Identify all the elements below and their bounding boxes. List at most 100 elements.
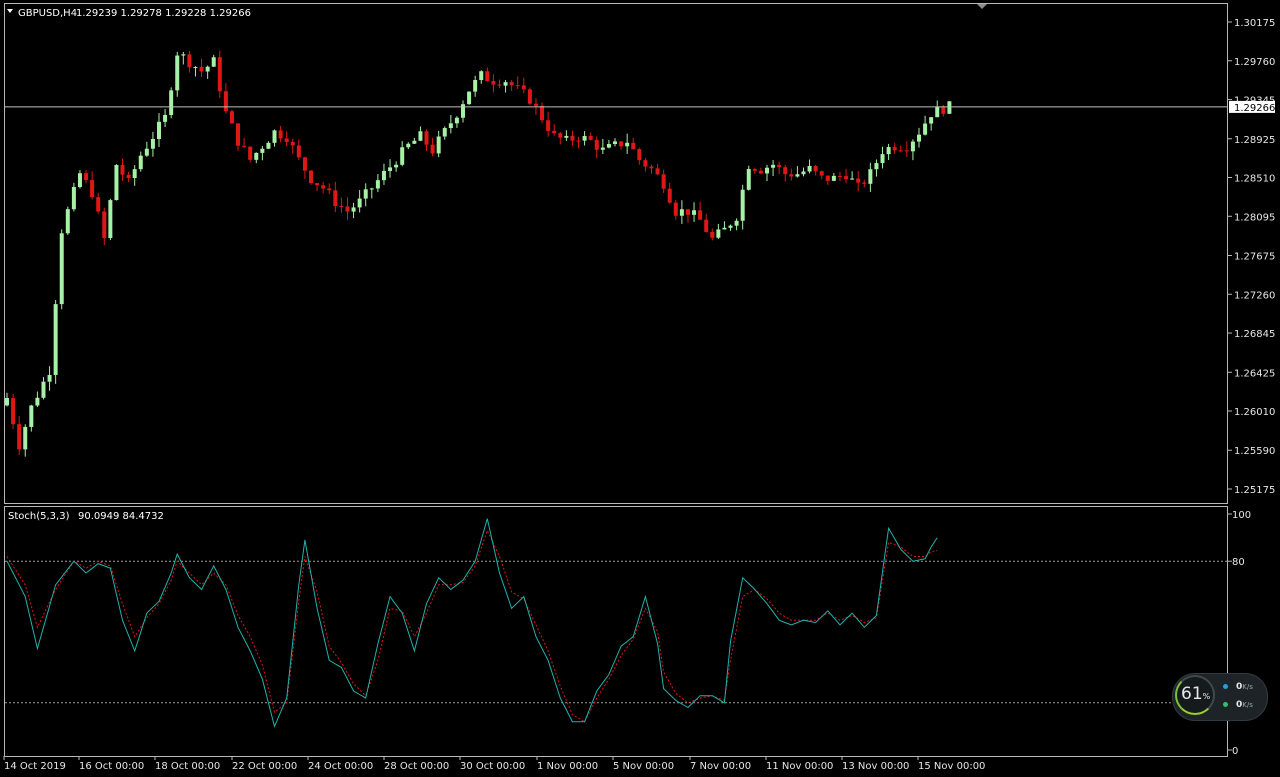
- candle-body: [479, 71, 484, 81]
- candle-body: [625, 142, 630, 147]
- candle-body: [254, 152, 259, 160]
- download-dot-icon: [1223, 702, 1228, 707]
- price-panel[interactable]: [4, 3, 1228, 504]
- candle-body: [935, 106, 940, 118]
- candle-body: [728, 225, 733, 228]
- candle-body: [217, 57, 222, 92]
- candle-body: [35, 397, 40, 406]
- candle-body: [90, 180, 95, 198]
- candle-body: [175, 55, 180, 91]
- candle-body: [874, 163, 879, 170]
- time-tick-label: 24 Oct 00:00: [308, 761, 373, 772]
- candle-body: [521, 85, 526, 90]
- shift-marker-icon[interactable]: [977, 4, 987, 9]
- time-tick-label: 22 Oct 00:00: [232, 761, 297, 772]
- candle-body: [558, 133, 563, 138]
- candle-body: [740, 189, 745, 221]
- candle-body: [96, 197, 101, 212]
- candle-body: [576, 140, 581, 142]
- candle-body: [819, 171, 824, 176]
- time-tick-label: 13 Nov 00:00: [842, 761, 909, 772]
- network-speed-widget[interactable]: 61% 0K/s 0K/s: [1172, 673, 1268, 721]
- candle-body: [108, 200, 113, 239]
- time-tick-label: 28 Oct 00:00: [384, 761, 449, 772]
- candle-body: [5, 398, 9, 406]
- candle-body: [260, 148, 265, 153]
- chevron-down-icon[interactable]: [7, 9, 13, 13]
- candle-body: [758, 170, 763, 174]
- candle-body: [454, 117, 459, 124]
- candle-body: [515, 85, 520, 87]
- candle-body: [734, 220, 739, 226]
- candle-body: [59, 233, 64, 305]
- candle-body: [394, 164, 399, 168]
- price-tick-label: 1.29760: [1234, 57, 1275, 68]
- candle-body: [418, 131, 423, 141]
- candle-body: [825, 175, 830, 181]
- candle-body: [120, 164, 125, 175]
- candle-body: [363, 189, 368, 199]
- candle-body: [29, 405, 34, 427]
- candle-body: [588, 136, 593, 140]
- candle-body: [673, 202, 678, 216]
- candle-body: [77, 173, 82, 188]
- candle-body: [831, 175, 836, 181]
- candle-body: [929, 117, 934, 124]
- candle-body: [114, 164, 119, 201]
- stochastic-panel[interactable]: [4, 506, 1228, 757]
- current-price-label: 1.29266: [1234, 103, 1275, 114]
- candle-body: [193, 67, 198, 69]
- indicator-name: Stoch(5,3,3): [8, 511, 70, 522]
- candle-body: [126, 174, 131, 179]
- upload-dot-icon: [1223, 684, 1228, 689]
- candle-body: [187, 54, 192, 68]
- candle-body: [272, 130, 277, 143]
- candle-body: [643, 160, 648, 167]
- candle-body: [278, 130, 283, 139]
- candle-body: [716, 229, 721, 238]
- time-tick-label: 16 Oct 00:00: [79, 761, 144, 772]
- candle-body: [467, 91, 472, 105]
- candle-body: [53, 304, 58, 375]
- candle-body: [947, 101, 952, 114]
- candle-body: [582, 136, 587, 141]
- candle-body: [533, 103, 538, 106]
- candle-body: [789, 174, 794, 177]
- candle-body: [236, 123, 241, 146]
- candle-body: [339, 206, 344, 208]
- percent-readout: 61%: [1181, 684, 1211, 704]
- candle-body: [369, 188, 374, 190]
- candle-body: [351, 207, 356, 212]
- candle-body: [157, 121, 161, 139]
- time-axis: 14 Oct 2019 16 Oct 00:00 18 Oct 00:00 22 Oc…: [3, 756, 985, 772]
- candle-body: [917, 134, 921, 142]
- candle-body: [941, 106, 946, 114]
- candle-body: [856, 178, 861, 183]
- candle-body: [497, 84, 502, 86]
- stoch-tick-label: 0: [1232, 746, 1238, 757]
- candle-body: [406, 143, 411, 148]
- candle-body: [290, 141, 295, 146]
- signal-line: [6, 529, 938, 723]
- candle-body: [309, 170, 313, 184]
- candle-body: [17, 424, 22, 450]
- price-tick-label: 1.25175: [1234, 485, 1275, 496]
- candle-body: [11, 398, 16, 425]
- candle-body: [783, 167, 788, 175]
- candle-body: [570, 135, 575, 141]
- time-tick-label: 14 Oct 2019: [4, 761, 66, 772]
- candle-body: [65, 209, 70, 234]
- candle-body: [722, 227, 727, 230]
- candle-body: [540, 105, 545, 121]
- candle-body: [552, 130, 557, 134]
- stoch-tick-label: 100: [1232, 510, 1251, 521]
- candle-body: [296, 145, 301, 158]
- candle-body: [388, 167, 393, 171]
- candle-body: [777, 164, 782, 168]
- candle-body: [84, 173, 89, 181]
- candle-body: [813, 165, 818, 172]
- price-tick-label: 1.26010: [1234, 407, 1275, 418]
- candle-body: [892, 147, 897, 151]
- chart-canvas: 1.301751.297601.293451.289251.285101.280…: [3, 3, 1275, 772]
- price-tick-label: 1.28095: [1234, 212, 1275, 223]
